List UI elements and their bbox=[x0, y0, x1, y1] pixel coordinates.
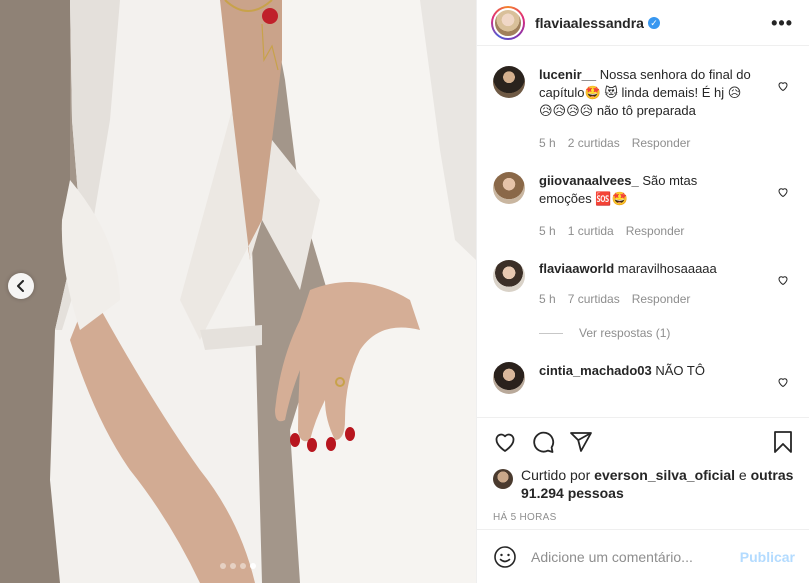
carousel-dot bbox=[230, 563, 236, 569]
comment-username[interactable]: lucenir__ bbox=[539, 67, 596, 82]
carousel-dot bbox=[240, 563, 246, 569]
previous-photo-button[interactable] bbox=[8, 273, 34, 299]
comment-username[interactable]: giiovanaalvees_ bbox=[539, 173, 639, 188]
reply-button[interactable]: Responder bbox=[632, 290, 691, 308]
carousel-dot bbox=[220, 563, 226, 569]
comment-likes[interactable]: 7 curtidas bbox=[568, 290, 620, 308]
liker-username[interactable]: everson_silva_oficial bbox=[594, 467, 735, 483]
post-timestamp[interactable]: HÁ 5 HORAS bbox=[493, 512, 795, 523]
comment-body: lucenir__ Nossa senhora do final do capí… bbox=[539, 66, 753, 152]
comment-body: cintia_machado03 NÃO TÔ bbox=[539, 362, 753, 394]
like-heart-icon[interactable] bbox=[493, 430, 517, 454]
comment-item: giiovanaalvees_ São mtas emoções 🆘🤩 5 h … bbox=[493, 172, 793, 240]
comment-text: maravilhosaaaaa bbox=[617, 261, 717, 276]
liked-by-middle: e bbox=[738, 467, 747, 483]
commenter-avatar[interactable] bbox=[493, 260, 525, 292]
author-username[interactable]: flaviaalessandra bbox=[535, 15, 644, 31]
comment-body: giiovanaalvees_ São mtas emoções 🆘🤩 5 h … bbox=[539, 172, 753, 240]
liker-avatar[interactable] bbox=[493, 469, 513, 489]
liked-by-prefix: Curtido por bbox=[521, 467, 591, 483]
reply-button[interactable]: Responder bbox=[626, 222, 685, 240]
comment-meta: 5 h 2 curtidas Responder bbox=[539, 134, 753, 152]
post-photo[interactable] bbox=[0, 0, 476, 583]
comment-meta: 5 h 7 curtidas Responder bbox=[539, 290, 753, 308]
comment-username[interactable]: flaviaaworld bbox=[539, 261, 614, 276]
action-icons-row bbox=[493, 430, 795, 454]
view-replies-button[interactable]: Ver respostas (1) bbox=[539, 326, 793, 340]
liked-by-text: Curtido por everson_silva_oficial e outr… bbox=[521, 466, 795, 502]
publish-button[interactable]: Publicar bbox=[740, 549, 795, 565]
liked-by: Curtido por everson_silva_oficial e outr… bbox=[493, 466, 795, 502]
avatar-image bbox=[493, 7, 523, 38]
add-comment-bar: Publicar bbox=[477, 529, 809, 583]
verified-badge-icon: ✓ bbox=[647, 16, 660, 29]
comment-item: cintia_machado03 NÃO TÔ bbox=[493, 362, 793, 394]
post-header: flaviaalessandra ✓ ••• bbox=[477, 0, 809, 46]
replies-divider bbox=[539, 332, 563, 334]
comment-time[interactable]: 5 h bbox=[539, 134, 556, 152]
chevron-left-icon bbox=[17, 280, 24, 292]
like-comment-heart-icon[interactable] bbox=[777, 80, 789, 92]
commenter-avatar[interactable] bbox=[493, 362, 525, 394]
instagram-post: flaviaalessandra ✓ ••• lucenir__ Nossa s… bbox=[0, 0, 809, 583]
reply-button[interactable]: Responder bbox=[632, 134, 691, 152]
comment-username[interactable]: cintia_machado03 bbox=[539, 363, 652, 378]
comment-item: lucenir__ Nossa senhora do final do capí… bbox=[493, 66, 793, 152]
comment-time[interactable]: 5 h bbox=[539, 290, 556, 308]
view-replies-label: Ver respostas (1) bbox=[579, 326, 671, 340]
comment-input[interactable] bbox=[531, 548, 740, 565]
save-bookmark-icon[interactable] bbox=[771, 430, 795, 454]
like-comment-heart-icon[interactable] bbox=[777, 186, 789, 198]
comment-body: flaviaaworld maravilhosaaaaa 5 h 7 curti… bbox=[539, 260, 753, 308]
photo-scene bbox=[0, 0, 476, 583]
like-comment-heart-icon[interactable] bbox=[777, 274, 789, 286]
carousel-indicator bbox=[0, 563, 476, 569]
comment-likes[interactable]: 1 curtida bbox=[568, 222, 614, 240]
comment-text: NÃO TÔ bbox=[655, 363, 705, 378]
commenter-avatar[interactable] bbox=[493, 172, 525, 204]
commenter-avatar[interactable] bbox=[493, 66, 525, 98]
author-avatar[interactable] bbox=[491, 5, 525, 40]
comment-bubble-icon[interactable] bbox=[531, 430, 555, 454]
carousel-dot-active bbox=[250, 563, 256, 569]
comment-meta: 5 h 1 curtida Responder bbox=[539, 222, 753, 240]
like-comment-heart-icon[interactable] bbox=[777, 376, 789, 388]
comment-time[interactable]: 5 h bbox=[539, 222, 556, 240]
comments-list[interactable]: lucenir__ Nossa senhora do final do capí… bbox=[477, 46, 809, 417]
share-direct-icon[interactable] bbox=[569, 430, 593, 454]
more-options-icon[interactable]: ••• bbox=[771, 14, 793, 32]
comment-item: flaviaaworld maravilhosaaaaa 5 h 7 curti… bbox=[493, 260, 793, 308]
post-side-panel: flaviaalessandra ✓ ••• lucenir__ Nossa s… bbox=[476, 0, 809, 583]
comment-likes[interactable]: 2 curtidas bbox=[568, 134, 620, 152]
emoji-icon[interactable] bbox=[493, 545, 517, 569]
